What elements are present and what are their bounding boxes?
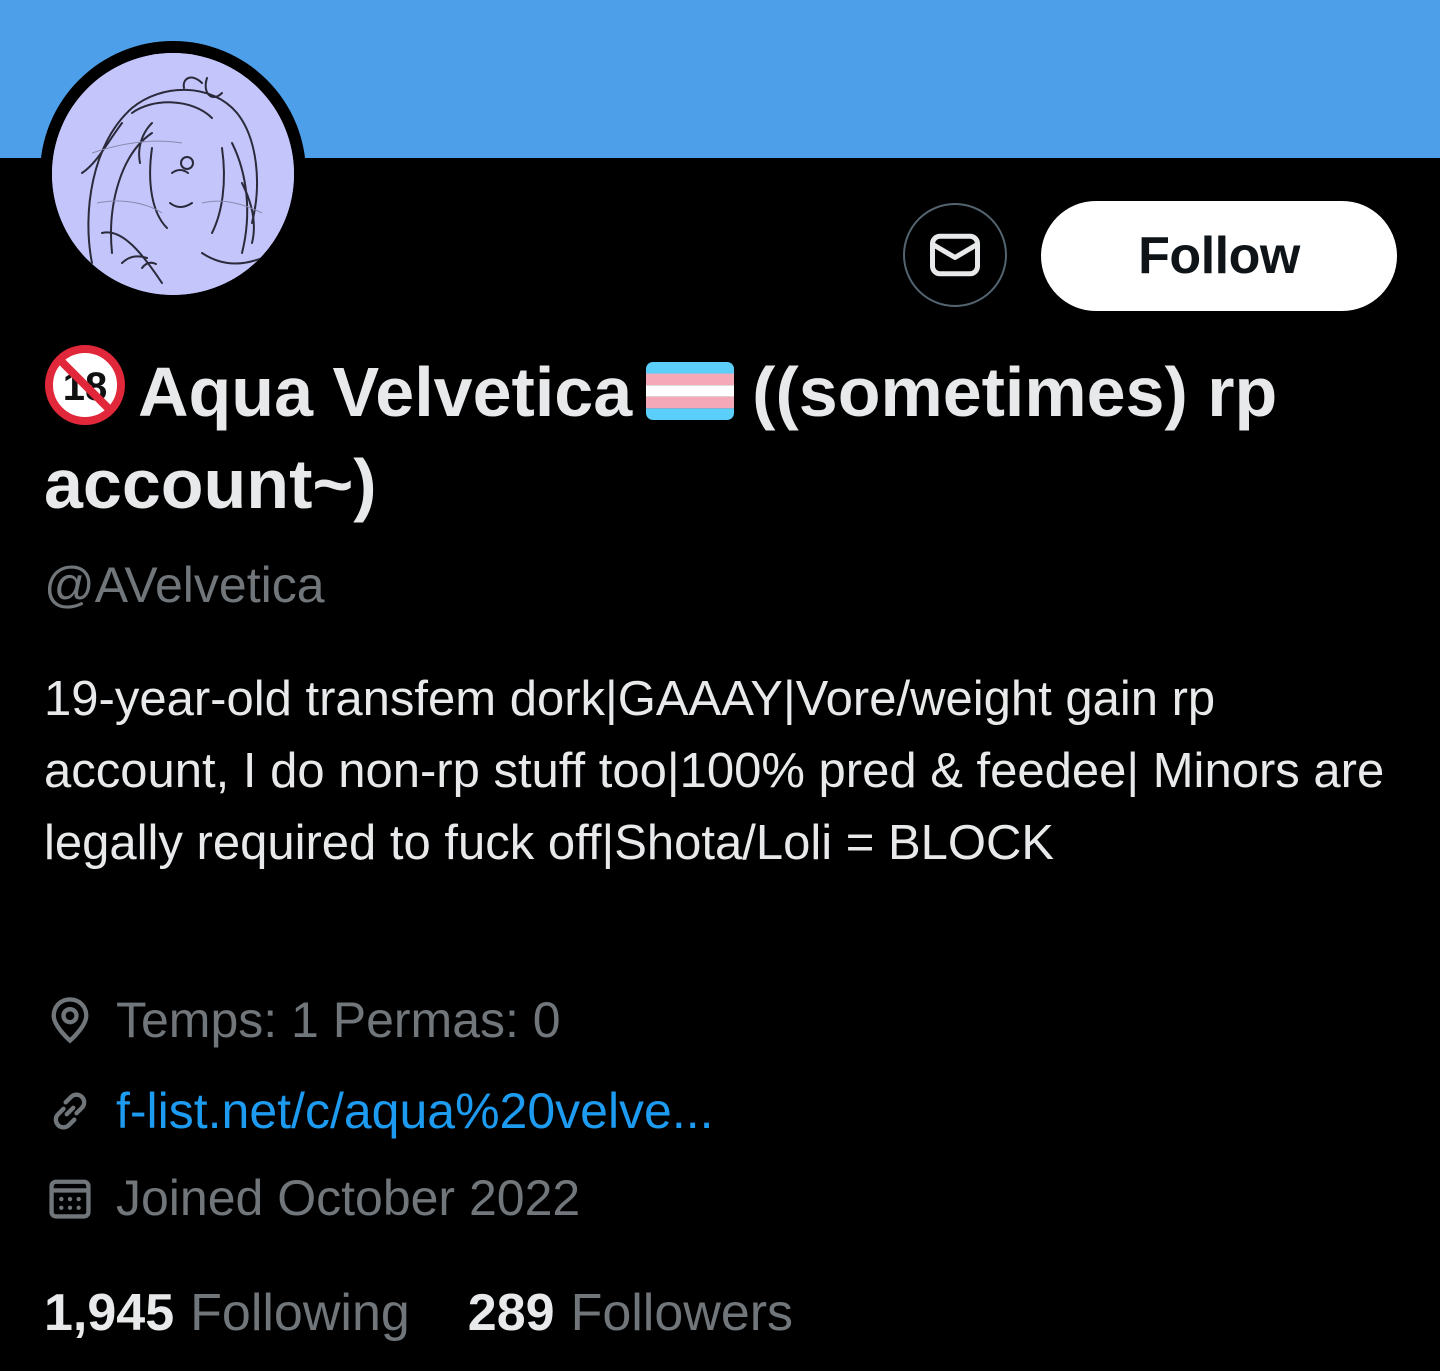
profile-url: f-list.net/c/aqua%20velve... [44, 1081, 714, 1141]
display-name: 18 Aqua Velvetica ((sometimes) rp accoun… [44, 344, 1404, 530]
avatar-sketch-image [52, 53, 294, 295]
following-link[interactable]: 1,945 Following [44, 1281, 410, 1345]
display-name-main: Aqua Velvetica [138, 353, 633, 431]
following-label: Following [190, 1284, 410, 1342]
follow-button[interactable]: Follow [1041, 201, 1397, 311]
profile-joined-date: Joined October 2022 [44, 1168, 580, 1228]
profile-location: Temps: 1 Permas: 0 [44, 990, 561, 1050]
profile-handle: @AVelvetica [44, 557, 325, 613]
followers-count: 289 [467, 1284, 555, 1342]
profile-stats: 1,945 Following 289 Followers [44, 1281, 793, 1345]
link-icon [44, 1085, 96, 1137]
following-count: 1,945 [44, 1284, 175, 1342]
no-under-18-icon: 18 [45, 345, 125, 425]
profile-bio: 19-year-old transfem dork|GAAAY|Vore/wei… [44, 672, 1385, 870]
profile-url-link[interactable]: f-list.net/c/aqua%20velve... [116, 1082, 714, 1140]
avatar[interactable] [52, 53, 294, 295]
joined-text: Joined October 2022 [116, 1170, 581, 1226]
followers-label: Followers [570, 1284, 794, 1342]
calendar-icon [44, 1172, 96, 1224]
message-button[interactable] [903, 203, 1007, 307]
transgender-flag-icon [646, 362, 735, 420]
envelope-icon [930, 233, 980, 277]
location-pin-icon [44, 994, 96, 1046]
followers-link[interactable]: 289 Followers [468, 1281, 793, 1345]
location-text: Temps: 1 Permas: 0 [116, 992, 561, 1048]
